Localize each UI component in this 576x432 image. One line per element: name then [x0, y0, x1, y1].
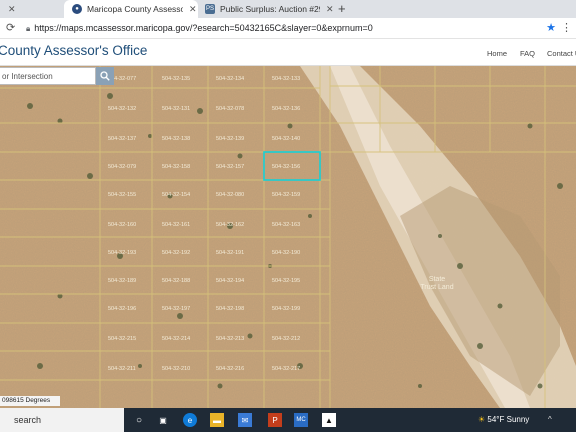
parcel-label[interactable]: 504-32-163	[272, 222, 300, 228]
parcel-label[interactable]: 504-32-155	[108, 192, 136, 198]
parcel-label[interactable]: 504-32-195	[272, 278, 300, 284]
new-tab-icon[interactable]: +	[338, 1, 346, 16]
maricopa-favicon-icon: ●	[72, 4, 82, 14]
parcel-label[interactable]: 504-32-136	[272, 106, 300, 112]
parcel-label[interactable]: 504-32-211	[108, 366, 136, 372]
weather-text: 54°F Sunny	[487, 415, 530, 424]
windows-taskbar: search ○ ▣ e ▬ ✉ P MC ▲ ☀ 54°F Sunny ^	[0, 408, 576, 432]
site-title: County Assessor's Office	[0, 43, 148, 58]
tab-title: Maricopa County Assessor's Offic	[87, 4, 183, 14]
parcel-label[interactable]: 504-32-134	[216, 76, 244, 82]
edge-browser-icon[interactable]: e	[183, 413, 197, 427]
file-explorer-icon[interactable]: ▬	[210, 413, 224, 427]
task-view-icon[interactable]: ▣	[156, 413, 170, 427]
search-icon	[100, 71, 110, 81]
parcel-label[interactable]: 504-32-214	[162, 336, 190, 342]
app-icon[interactable]: MC	[294, 413, 308, 427]
tab-maricopa-assessor[interactable]: ● Maricopa County Assessor's Offic ✕	[64, 0, 198, 18]
browser-toolbar: ⟳ 🔒︎ https://maps.mcassessor.maricopa.gov…	[0, 18, 576, 39]
area-label-line-1: State	[428, 276, 446, 283]
parcel-label[interactable]: 504-32-158	[162, 164, 190, 170]
parcel-label[interactable]: 504-32-194	[216, 278, 244, 284]
parcel-label[interactable]: 504-32-215	[108, 336, 136, 342]
parcel-label[interactable]: 504-32-078	[216, 106, 244, 112]
state-trust-land-label: State Trust Land	[412, 276, 462, 292]
parcel-label[interactable]: 504-32-196	[108, 306, 136, 312]
parcel-label[interactable]: 504-32-137	[108, 136, 136, 142]
parcel-label[interactable]: 504-32-188	[162, 278, 190, 284]
taskbar-search-box[interactable]: search	[0, 408, 124, 432]
parcel-label[interactable]: 504-32-189	[108, 278, 136, 284]
parcel-label[interactable]: 504-32-139	[216, 136, 244, 142]
search-button[interactable]	[96, 67, 114, 85]
parcel-label[interactable]: 504-32-213	[216, 336, 244, 342]
tab-previous[interactable]: ✕	[0, 0, 60, 18]
close-icon[interactable]: ✕	[8, 4, 16, 15]
parcel-label[interactable]: 504-32-198	[216, 306, 244, 312]
browser-tabstrip: ✕ ● Maricopa County Assessor's Offic ✕ P…	[0, 0, 576, 18]
close-icon[interactable]: ✕	[326, 4, 334, 15]
site-header: County Assessor's Office Home FAQ Contac…	[0, 39, 576, 66]
bookmark-star-icon[interactable]: ★	[546, 21, 556, 34]
cortana-icon[interactable]: ○	[132, 413, 146, 427]
parcel-label[interactable]: 504-32-212	[272, 336, 300, 342]
parcel-label[interactable]: 504-32-157	[216, 164, 244, 170]
parcel-label[interactable]: 504-32-154	[162, 192, 190, 198]
tab-public-surplus[interactable]: PS Public Surplus: Auction #29183 ✕	[200, 0, 336, 18]
parcel-label[interactable]: 504-32-140	[272, 136, 300, 142]
parcel-label[interactable]: 504-32-192	[162, 250, 190, 256]
parcel-label[interactable]: 504-32-199	[272, 306, 300, 312]
url-text: https://maps.mcassessor.maricopa.gov/?es…	[34, 23, 373, 33]
browser-menu-icon[interactable]: ⋮	[561, 21, 572, 34]
parcel-label[interactable]: 504-32-133	[272, 76, 300, 82]
public-surplus-favicon-icon: PS	[205, 4, 215, 14]
parcel-label[interactable]: 504-32-191	[216, 250, 244, 256]
parcel-map[interactable]: 504-32-077 504-32-135 504-32-134 504-32-133…	[0, 66, 576, 408]
address-search-input[interactable]: or Intersection	[0, 67, 96, 85]
parcel-label[interactable]: 504-32-217	[272, 366, 300, 372]
parcel-label[interactable]: 504-32-160	[108, 222, 136, 228]
close-icon[interactable]: ✕	[189, 4, 197, 15]
sun-icon: ☀	[478, 415, 486, 424]
refresh-icon[interactable]: ⟳	[6, 21, 15, 34]
parcel-label[interactable]: 504-32-132	[108, 106, 136, 112]
parcel-label[interactable]: 504-32-197	[162, 306, 190, 312]
mail-icon[interactable]: ✉	[238, 413, 252, 427]
tab-title: Public Surplus: Auction #29183	[220, 4, 320, 14]
taskbar-search-label: search	[14, 415, 42, 425]
parcel-label[interactable]: 504-32-131	[162, 106, 190, 112]
map-scale-readout: 098615 Degrees	[0, 396, 60, 406]
nav-contact-link[interactable]: Contact Us	[547, 49, 576, 58]
area-label-line-2: Trust Land	[420, 284, 454, 291]
parcel-label[interactable]: 504-32-210	[162, 366, 190, 372]
parcel-label[interactable]: 504-32-190	[272, 250, 300, 256]
nav-faq-link[interactable]: FAQ	[520, 49, 535, 58]
parcel-label[interactable]: 504-32-080	[216, 192, 244, 198]
lock-icon[interactable]: 🔒︎	[26, 24, 30, 33]
parcel-label[interactable]: 504-32-193	[108, 250, 136, 256]
parcel-label[interactable]: 504-32-156	[272, 164, 300, 170]
nav-home-link[interactable]: Home	[487, 49, 507, 58]
tray-chevron-icon[interactable]: ^	[548, 415, 552, 424]
parcel-label[interactable]: 504-32-135	[162, 76, 190, 82]
parcel-label[interactable]: 504-32-159	[272, 192, 300, 198]
aerial-imagery	[0, 66, 576, 408]
parcel-label[interactable]: 504-32-138	[162, 136, 190, 142]
office-app-icon[interactable]: P	[268, 413, 282, 427]
parcel-label[interactable]: 504-32-216	[216, 366, 244, 372]
parcel-label[interactable]: 504-32-079	[108, 164, 136, 170]
photos-icon[interactable]: ▲	[322, 413, 336, 427]
address-bar[interactable]: 🔒︎ https://maps.mcassessor.maricopa.gov/?…	[26, 23, 373, 34]
weather-widget[interactable]: ☀ 54°F Sunny	[478, 415, 529, 424]
parcel-label[interactable]: 504-32-161	[162, 222, 190, 228]
parcel-label[interactable]: 504-32-162	[216, 222, 244, 228]
